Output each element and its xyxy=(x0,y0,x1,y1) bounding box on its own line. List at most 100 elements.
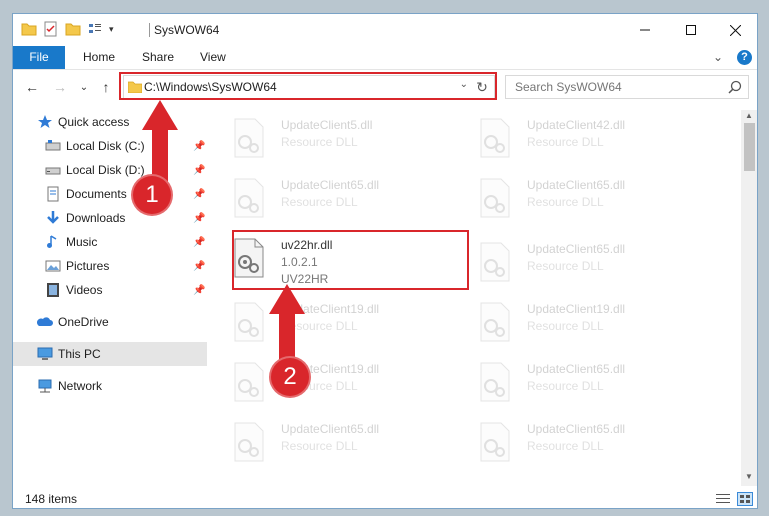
file-item[interactable]: UpdateClient65.dll Resource DLL xyxy=(233,418,469,474)
music-icon xyxy=(47,235,57,248)
recent-locations-button[interactable]: ⌄ xyxy=(75,78,93,96)
customize-toolbar-icon[interactable] xyxy=(87,21,103,37)
file-name: UpdateClient65.dll xyxy=(527,422,626,436)
dll-file-icon xyxy=(480,242,510,282)
scroll-down-icon[interactable]: ▼ xyxy=(745,472,753,481)
file-item[interactable]: UpdateClient65.dll Resource DLL xyxy=(233,174,469,230)
tab-home[interactable]: Home xyxy=(83,46,115,69)
file-item[interactable]: UpdateClient65.dll Resource DLL xyxy=(479,174,715,230)
tab-share[interactable]: Share xyxy=(142,46,174,69)
onedrive-icon xyxy=(37,317,53,326)
file-item[interactable]: UpdateClient65.dll Resource DLL xyxy=(479,358,715,414)
pin-icon: 📌 xyxy=(193,188,206,200)
step-1-badge: 1 xyxy=(133,176,171,214)
sidebar-item-label: Network xyxy=(58,379,103,393)
ribbon-tabs: File Home Share View ⌄ ? xyxy=(13,46,757,70)
pin-icon: 📌 xyxy=(193,236,206,248)
star-icon xyxy=(38,115,52,128)
sidebar-item-label: Videos xyxy=(66,283,103,297)
dll-file-icon xyxy=(480,118,510,158)
file-description: Resource DLL xyxy=(527,319,604,333)
help-icon[interactable]: ? xyxy=(737,50,752,65)
forward-button[interactable]: → xyxy=(51,78,69,96)
minimize-button[interactable] xyxy=(623,14,667,46)
properties-icon[interactable] xyxy=(43,21,59,37)
minimize-icon xyxy=(640,29,650,31)
sidebar-item-label: Documents xyxy=(66,187,127,201)
large-icons-view-icon[interactable] xyxy=(737,492,753,506)
navigation-pane: Quick access Local Disk (C:) 📌 Local Dis… xyxy=(13,110,209,480)
search-input[interactable]: Search SysWOW64 xyxy=(515,80,622,94)
sidebar-item-local-disk-d[interactable]: Local Disk (D:) 📌 xyxy=(13,158,207,182)
sidebar-item-music[interactable]: Music 📌 xyxy=(13,230,207,254)
sidebar-item-this-pc[interactable]: This PC xyxy=(13,342,207,366)
sidebar-item-onedrive[interactable]: OneDrive xyxy=(13,310,207,334)
file-description: Resource DLL xyxy=(527,439,604,453)
file-item[interactable]: UpdateClient5.dll Resource DLL xyxy=(233,114,469,170)
tab-view[interactable]: View xyxy=(200,46,226,69)
file-item[interactable]: UpdateClient19.dll Resource DLL xyxy=(233,298,469,354)
sidebar-item-label: Pictures xyxy=(66,259,110,273)
sidebar-item-documents[interactable]: Documents 📌 xyxy=(13,182,207,206)
drive-icon xyxy=(45,167,61,175)
file-item[interactable]: UpdateClient19.dll Resource DLL xyxy=(233,358,469,414)
sidebar-item-downloads[interactable]: Downloads 📌 xyxy=(13,206,207,230)
dll-file-icon xyxy=(480,178,510,218)
dll-file-icon xyxy=(480,362,510,402)
tab-file[interactable]: File xyxy=(13,46,65,69)
file-name: UpdateClient65.dll xyxy=(527,242,626,256)
file-description: Resource DLL xyxy=(281,195,358,209)
file-description: Resource DLL xyxy=(527,379,604,393)
sidebar-item-videos[interactable]: Videos 📌 xyxy=(13,278,207,302)
file-description: Resource DLL xyxy=(527,259,604,273)
dll-file-icon xyxy=(480,422,510,462)
file-description: Resource DLL xyxy=(281,319,358,333)
videos-icon xyxy=(47,283,59,297)
close-button[interactable] xyxy=(713,14,757,46)
file-name: UpdateClient19.dll xyxy=(527,302,626,316)
search-box[interactable]: Search SysWOW64 xyxy=(505,75,749,99)
sidebar-item-label: Music xyxy=(66,235,98,249)
sidebar-item-network[interactable]: Network xyxy=(13,374,207,398)
title-separator xyxy=(149,23,150,37)
file-item[interactable]: UpdateClient19.dll Resource DLL xyxy=(479,298,715,354)
sidebar-item-label: Local Disk (C:) xyxy=(66,139,145,153)
dll-file-icon xyxy=(234,422,264,462)
new-folder-icon[interactable] xyxy=(65,21,81,37)
pin-icon: 📌 xyxy=(193,212,206,224)
back-button[interactable]: ← xyxy=(23,78,41,96)
scroll-thumb[interactable] xyxy=(744,123,755,171)
file-name: UpdateClient65.dll xyxy=(527,362,626,376)
pin-icon: 📌 xyxy=(193,164,206,176)
sidebar-item-label: Local Disk (D:) xyxy=(66,163,145,177)
pin-icon: 📌 xyxy=(193,284,206,296)
up-button[interactable]: ↑ xyxy=(97,78,115,96)
file-item[interactable]: UpdateClient65.dll Resource DLL xyxy=(479,418,715,474)
file-highlight xyxy=(232,230,469,290)
documents-icon xyxy=(47,186,59,202)
sidebar-item-quick-access[interactable]: Quick access xyxy=(13,110,207,134)
downloads-icon xyxy=(47,211,59,224)
status-bar: 148 items xyxy=(13,488,757,508)
pc-icon xyxy=(37,347,53,360)
dll-file-icon xyxy=(480,302,510,342)
sidebar-item-local-disk-c[interactable]: Local Disk (C:) 📌 xyxy=(13,134,207,158)
toolbar-dropdown-icon[interactable]: ▾ xyxy=(109,24,114,35)
scroll-up-icon[interactable]: ▲ xyxy=(745,111,753,120)
file-item[interactable]: UpdateClient42.dll Resource DLL xyxy=(479,114,715,170)
vertical-scrollbar[interactable]: ▲ ▼ xyxy=(741,110,757,486)
file-name: UpdateClient65.dll xyxy=(527,178,626,192)
item-count: 148 items xyxy=(25,492,78,506)
file-description: Resource DLL xyxy=(527,135,604,149)
folder-icon[interactable] xyxy=(21,21,37,37)
dll-file-icon xyxy=(234,362,264,402)
ribbon-expand-icon[interactable]: ⌄ xyxy=(713,46,723,69)
file-name: UpdateClient19.dll xyxy=(281,302,380,316)
maximize-icon xyxy=(686,25,696,35)
file-item[interactable]: UpdateClient65.dll Resource DLL xyxy=(479,238,715,294)
sidebar-item-label: Downloads xyxy=(66,211,126,225)
details-view-icon[interactable] xyxy=(715,492,731,506)
file-name: UpdateClient65.dll xyxy=(281,178,380,192)
sidebar-item-pictures[interactable]: Pictures 📌 xyxy=(13,254,207,278)
maximize-button[interactable] xyxy=(669,14,713,46)
